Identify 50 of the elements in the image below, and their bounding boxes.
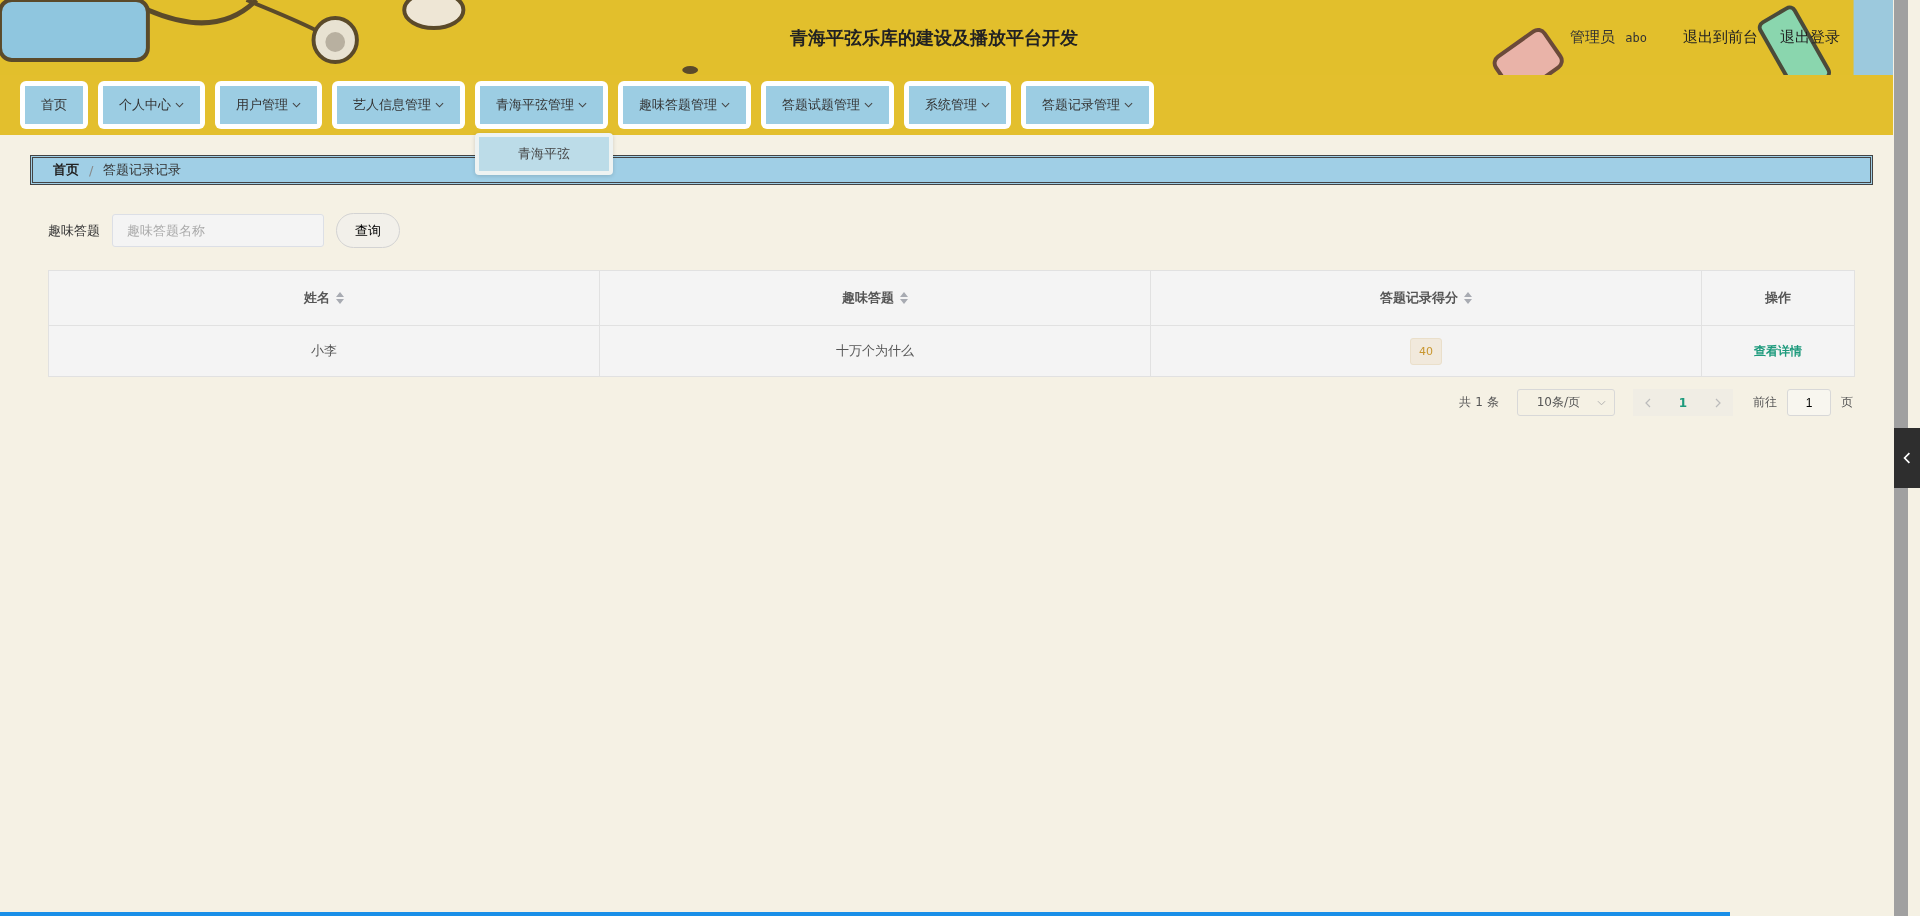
- previous-page-icon[interactable]: [1644, 397, 1651, 408]
- site-title: 青海平弦乐库的建设及播放平台开发: [790, 25, 1078, 50]
- nav-menu-item[interactable]: 艺人信息管理: [337, 86, 460, 124]
- breadcrumb-item[interactable]: 首页: [53, 161, 79, 179]
- column-header[interactable]: 趣味答题: [600, 271, 1151, 325]
- chevron-left-icon: [1903, 452, 1911, 464]
- nav-menu-item[interactable]: 首页: [25, 86, 83, 124]
- breadcrumb-separator: /: [89, 162, 94, 178]
- page-input[interactable]: 1: [1787, 389, 1831, 416]
- chevron-down-icon: [1596, 399, 1606, 406]
- sort-icon[interactable]: [1464, 292, 1472, 304]
- user-role: 管理员: [1570, 28, 1616, 47]
- column-header: 操作: [1764, 289, 1792, 307]
- column-header[interactable]: 姓名: [49, 271, 600, 325]
- chevron-down-icon: [1124, 102, 1133, 108]
- scrollbar[interactable]: [1894, 0, 1908, 916]
- side-panel-handle[interactable]: [1894, 428, 1920, 488]
- column-header[interactable]: 答题记录得分: [1151, 271, 1702, 325]
- next-page-icon[interactable]: [1715, 397, 1721, 408]
- nav-menu-item[interactable]: 系统管理: [909, 86, 1006, 124]
- search-button[interactable]: 查询: [336, 213, 400, 248]
- table-cell: 小李: [311, 342, 337, 360]
- chevron-down-icon: [578, 102, 587, 108]
- chevron-down-icon: [435, 102, 444, 108]
- nav-menu-item[interactable]: 答题试题管理: [766, 86, 889, 124]
- table-cell: 十万个为什么: [836, 342, 914, 360]
- nav-menu-item[interactable]: 个人中心: [103, 86, 200, 124]
- page-unit: 页: [1841, 394, 1853, 411]
- breadcrumb-item: 答题记录记录: [103, 161, 182, 179]
- search-label: 趣味答题: [48, 221, 100, 240]
- header-link[interactable]: 退出到前台: [1683, 28, 1758, 47]
- goto-label: 前往: [1753, 394, 1777, 411]
- sort-icon[interactable]: [336, 292, 344, 304]
- chevron-down-icon: [292, 102, 301, 108]
- nav-menu-item[interactable]: 趣味答题管理: [623, 86, 746, 124]
- nav-menu-item[interactable]: 用户管理: [220, 86, 317, 124]
- score-tag: 40: [1410, 337, 1442, 365]
- nav-menu-item[interactable]: 答题记录管理: [1026, 86, 1149, 124]
- chevron-down-icon: [721, 102, 730, 108]
- nav-menu-item[interactable]: 青海平弦管理: [480, 86, 603, 124]
- chevron-down-icon: [864, 102, 873, 108]
- search-field[interactable]: 趣味答题名称: [112, 214, 324, 247]
- chevron-down-icon: [981, 102, 990, 108]
- total-count: 共 1 条: [1459, 394, 1499, 411]
- sort-icon[interactable]: [900, 292, 908, 304]
- username: abo: [1625, 30, 1647, 45]
- header-link[interactable]: 退出登录: [1780, 28, 1840, 47]
- page-size-select[interactable]: 10条/页: [1516, 389, 1615, 416]
- chevron-down-icon: [175, 102, 184, 108]
- dropdown-item[interactable]: 青海平弦: [479, 137, 609, 171]
